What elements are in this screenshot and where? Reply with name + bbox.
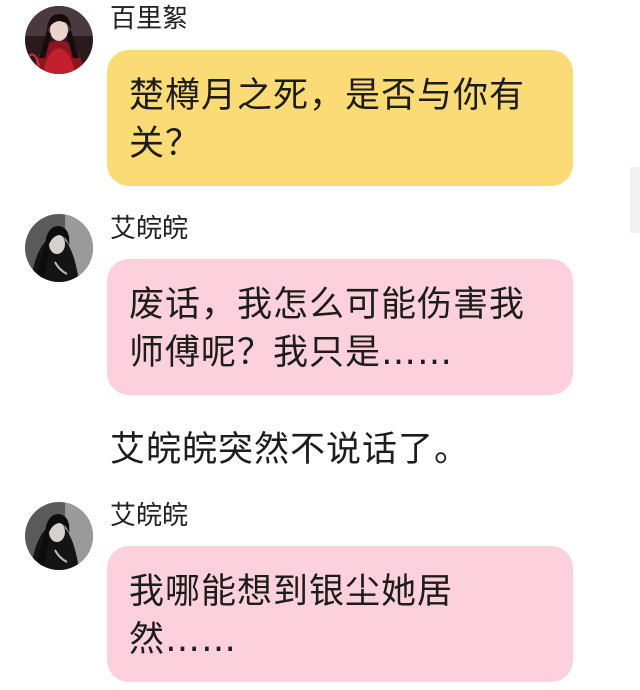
avatar[interactable] <box>25 214 93 282</box>
dark-haired-woman-icon <box>25 502 93 570</box>
edge-scroll-indicator <box>630 167 640 233</box>
message-bubble[interactable]: 废话，我怎么可能伤害我师傅呢？我只是…… <box>107 259 573 395</box>
sender-name: 艾皖皖 <box>110 214 189 244</box>
avatar[interactable] <box>25 502 93 570</box>
message-bubble[interactable]: 楚樽月之死，是否与你有关？ <box>107 50 573 186</box>
chat-screen: 百里絮 楚樽月之死，是否与你有关？ 艾皖皖 废话，我怎么可能伤害我师傅呢？我只是… <box>0 0 640 690</box>
narration-text: 艾皖皖突然不说话了。 <box>110 430 471 470</box>
red-robed-woman-icon <box>25 6 93 74</box>
dark-haired-woman-icon <box>25 214 93 282</box>
message-bubble[interactable]: 我哪能想到银尘她居然…… <box>107 546 573 682</box>
sender-name: 百里絮 <box>110 4 189 34</box>
avatar[interactable] <box>25 6 93 74</box>
sender-name: 艾皖皖 <box>110 501 189 531</box>
